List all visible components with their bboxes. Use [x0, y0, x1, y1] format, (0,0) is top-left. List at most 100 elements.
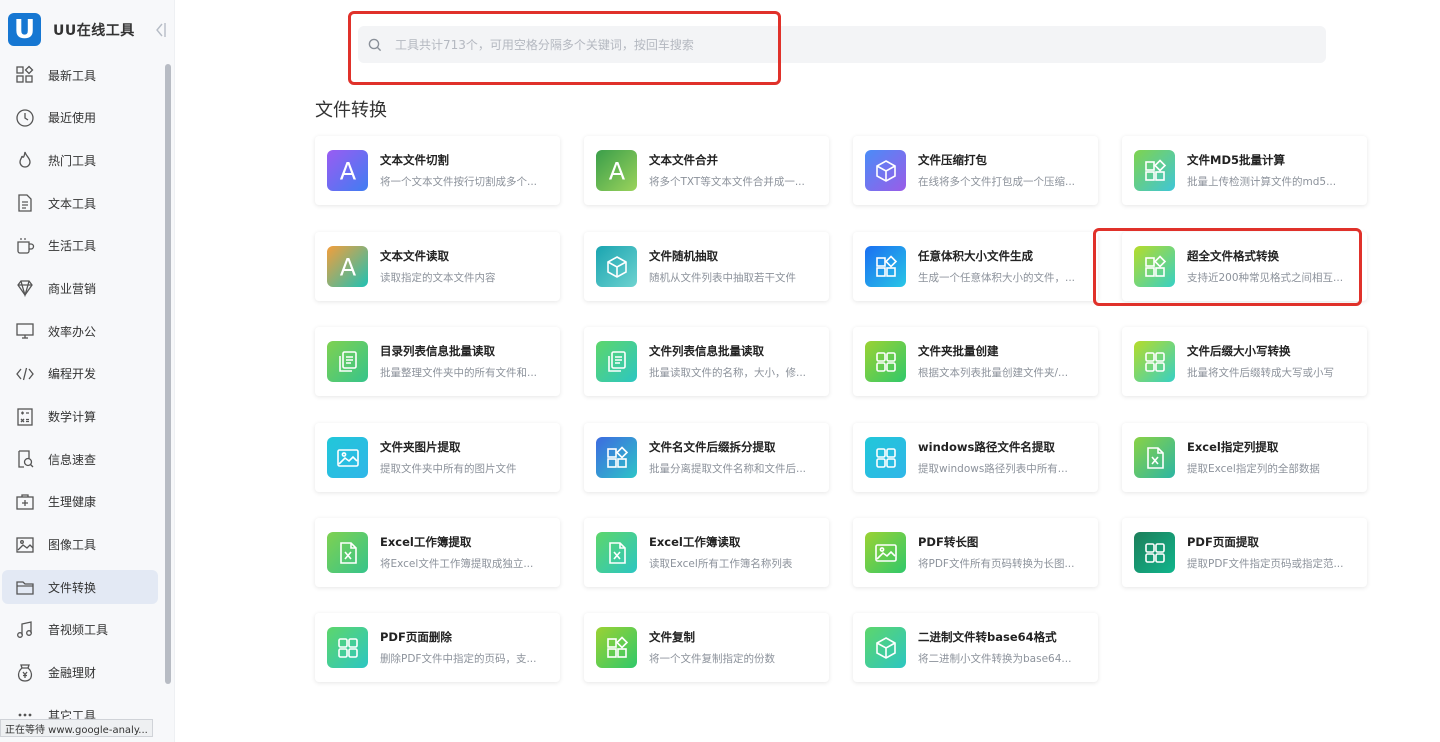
sidebar-item-health[interactable]: 生理健康: [2, 485, 158, 519]
grid-icon: [1134, 532, 1175, 573]
tool-card[interactable]: 文件列表信息批量读取 批量读取文件的名称，大小，修...: [584, 327, 829, 396]
tool-card[interactable]: 文件后缀大小写转换 批量将文件后缀转成大写或小写: [1122, 327, 1367, 396]
sidebar-item-business[interactable]: 商业营销: [2, 271, 158, 305]
tool-card[interactable]: 二进制文件转base64格式 将二进制小文件转换为base64...: [853, 613, 1098, 682]
image-icon: [14, 534, 36, 556]
music-icon: [14, 619, 36, 641]
sidebar-item-label: 生活工具: [48, 239, 97, 254]
tool-card[interactable]: 文件MD5批量计算 批量上传检测计算文件的md5...: [1122, 136, 1367, 205]
sidebar-item-newest[interactable]: 最新工具: [2, 58, 158, 92]
collapse-sidebar-icon[interactable]: [154, 20, 168, 40]
brand[interactable]: U UU在线工具: [8, 13, 135, 46]
tool-card[interactable]: Excel指定列提取 提取Excel指定列的全部数据: [1122, 423, 1367, 492]
tool-title: PDF页面删除: [380, 630, 452, 644]
tool-card-text: 文件MD5批量计算 批量上传检测计算文件的md5...: [1187, 152, 1357, 189]
tool-description: 批量将文件后缀转成大写或小写: [1187, 367, 1334, 379]
excel-icon: [327, 532, 368, 573]
document-icon: [14, 192, 36, 214]
tool-card[interactable]: 文件压缩打包 在线将多个文件打包成一个压缩...: [853, 136, 1098, 205]
tool-card-text: 文件随机抽取 随机从文件列表中抽取若干文件: [649, 248, 819, 285]
tool-card-text: 目录列表信息批量读取 批量整理文件夹中的所有文件和...: [380, 343, 550, 380]
tool-card[interactable]: 文件夹批量创建 根据文本列表批量创建文件夹/...: [853, 327, 1098, 396]
tool-card[interactable]: 文件复制 将一个文件复制指定的份数: [584, 613, 829, 682]
mug-icon: [14, 235, 36, 257]
tool-title: 文件夹批量创建: [918, 344, 999, 358]
section-title: 文件转换: [315, 100, 387, 121]
tool-title: 文件压缩打包: [918, 153, 987, 167]
tool-description: 将PDF文件所有页码转换为长图...: [918, 558, 1075, 570]
tool-card-text: windows路径文件名提取 提取windows路径列表中所有...: [918, 439, 1088, 476]
sidebar-item-label: 效率办公: [48, 324, 97, 339]
sidebar-item-label: 金融理财: [48, 666, 97, 681]
sidebar-scrollbar[interactable]: [165, 64, 171, 684]
sidebar-item-info[interactable]: 信息速查: [2, 442, 158, 476]
sidebar-item-hot[interactable]: 热门工具: [2, 143, 158, 177]
sidebar-item-file-convert[interactable]: 文件转换: [2, 570, 158, 605]
tool-card-text: 任意体积大小文件生成 生成一个任意体积大小的文件，...: [918, 248, 1088, 285]
tool-title: windows路径文件名提取: [918, 440, 1055, 454]
tool-card[interactable]: 文件夹图片提取 提取文件夹中所有的图片文件: [315, 423, 560, 492]
sidebar-item-label: 音视频工具: [48, 623, 109, 638]
sidebar-item-text[interactable]: 文本工具: [2, 186, 158, 220]
tool-title: 文本文件切割: [380, 153, 449, 167]
grid-icon: [865, 341, 906, 382]
tool-description: 随机从文件列表中抽取若干文件: [649, 272, 796, 284]
tool-card[interactable]: Excel工作簿提取 将Excel文件工作簿提取成独立...: [315, 518, 560, 587]
picture-icon: [327, 437, 368, 478]
tool-title: 二进制文件转base64格式: [918, 630, 1057, 644]
tool-title: 目录列表信息批量读取: [380, 344, 495, 358]
tool-card[interactable]: windows路径文件名提取 提取windows路径列表中所有...: [853, 423, 1098, 492]
fire-icon: [14, 149, 36, 171]
tool-description: 将一个文件复制指定的份数: [649, 653, 775, 665]
tool-card-text: PDF转长图 将PDF文件所有页码转换为长图...: [918, 534, 1088, 571]
tool-card-text: 文件夹图片提取 提取文件夹中所有的图片文件: [380, 439, 550, 476]
sidebar-item-audio-video[interactable]: 音视频工具: [2, 613, 158, 647]
sidebar-item-finance[interactable]: 金融理财: [2, 656, 158, 690]
tool-card[interactable]: 任意体积大小文件生成 生成一个任意体积大小的文件，...: [853, 232, 1098, 301]
apps-icon: [596, 627, 637, 668]
monitor-icon: [14, 320, 36, 342]
letter-a-icon: A: [596, 150, 637, 191]
clock-icon: [14, 107, 36, 129]
tool-title: 文件夹图片提取: [380, 440, 461, 454]
tool-card[interactable]: PDF页面删除 删除PDF文件中指定的页码，支...: [315, 613, 560, 682]
sidebar-item-image[interactable]: 图像工具: [2, 528, 158, 562]
tool-card[interactable]: 文件随机抽取 随机从文件列表中抽取若干文件: [584, 232, 829, 301]
tool-card[interactable]: 目录列表信息批量读取 批量整理文件夹中的所有文件和...: [315, 327, 560, 396]
sidebar-item-label: 信息速查: [48, 452, 97, 467]
tool-card[interactable]: A 文本文件切割 将一个文本文件按行切割成多个...: [315, 136, 560, 205]
tool-card-text: 文本文件切割 将一个文本文件按行切割成多个...: [380, 152, 550, 189]
tool-card[interactable]: PDF转长图 将PDF文件所有页码转换为长图...: [853, 518, 1098, 587]
tool-card[interactable]: 文件名文件后缀拆分提取 批量分离提取文件名称和文件后...: [584, 423, 829, 492]
cube-icon: [865, 627, 906, 668]
calculator-icon: [14, 406, 36, 428]
sidebar-item-math[interactable]: 数学计算: [2, 400, 158, 434]
grid-icon: [865, 437, 906, 478]
tool-title: 任意体积大小文件生成: [918, 249, 1033, 263]
tool-card-text: 文件夹批量创建 根据文本列表批量创建文件夹/...: [918, 343, 1088, 380]
tool-title: 文件名文件后缀拆分提取: [649, 440, 776, 454]
tool-description: 读取指定的文本文件内容: [380, 272, 496, 284]
tool-card-text: 文件后缀大小写转换 批量将文件后缀转成大写或小写: [1187, 343, 1357, 380]
tool-title: Excel指定列提取: [1187, 440, 1279, 454]
tool-description: 提取windows路径列表中所有...: [918, 463, 1068, 475]
tool-description: 根据文本列表批量创建文件夹/...: [918, 367, 1069, 379]
grid-icon: [1134, 341, 1175, 382]
tool-card[interactable]: A 文本文件合并 将多个TXT等文本文件合并成一...: [584, 136, 829, 205]
tool-card-text: 文件名文件后缀拆分提取 批量分离提取文件名称和文件后...: [649, 439, 819, 476]
tool-card-text: 文件压缩打包 在线将多个文件打包成一个压缩...: [918, 152, 1088, 189]
sidebar: U UU在线工具 最新工具 最近使用 热门工具 文本工具 生活工具 商业营销 效…: [0, 0, 175, 742]
sidebar-item-dev[interactable]: 编程开发: [2, 357, 158, 391]
sidebar-item-office[interactable]: 效率办公: [2, 314, 158, 348]
tool-card[interactable]: Excel工作簿读取 读取Excel所有工作簿名称列表: [584, 518, 829, 587]
grid-icon: [327, 627, 368, 668]
tool-card[interactable]: A 文本文件读取 读取指定的文本文件内容: [315, 232, 560, 301]
tool-title: 文件MD5批量计算: [1187, 153, 1285, 167]
sidebar-item-label: 图像工具: [48, 538, 97, 553]
sidebar-item-recent[interactable]: 最近使用: [2, 101, 158, 135]
sidebar-item-label: 热门工具: [48, 153, 97, 168]
tool-card[interactable]: PDF页面提取 提取PDF文件指定页码或指定范...: [1122, 518, 1367, 587]
sidebar-item-life[interactable]: 生活工具: [2, 229, 158, 263]
logo: U: [8, 13, 41, 46]
browser-status-bar: 正在等待 www.google-analy...: [0, 719, 153, 737]
